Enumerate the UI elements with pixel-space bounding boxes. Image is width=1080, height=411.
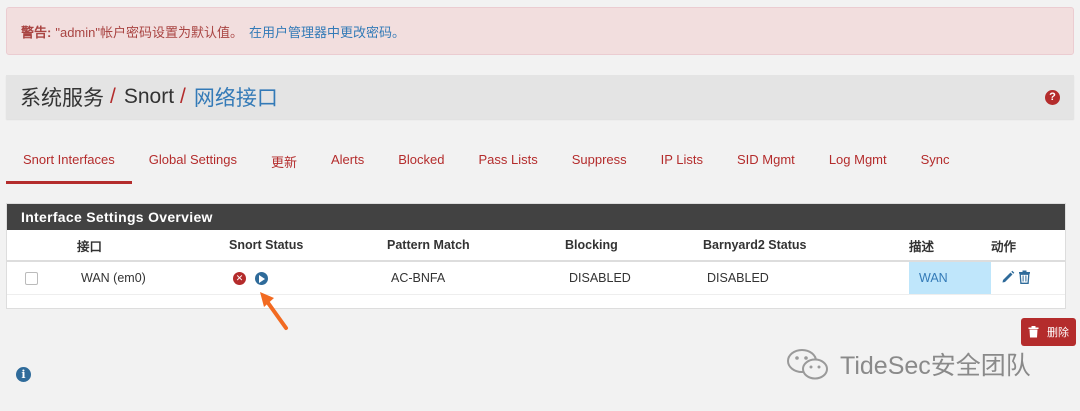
header-pattern-match: Pattern Match <box>387 230 565 262</box>
change-password-link[interactable]: 在用户管理器中更改密码。 <box>249 22 405 41</box>
delete-trash-icon[interactable] <box>1018 270 1031 287</box>
row-select-cell <box>7 261 77 295</box>
tab-pass-lists[interactable]: Pass Lists <box>461 140 554 184</box>
delete-button[interactable]: 删除 <box>1021 318 1076 346</box>
delete-button-label: 删除 <box>1047 327 1069 339</box>
description-value: WAN <box>919 271 948 285</box>
actions-cell <box>991 261 1065 295</box>
header-description: 描述 <box>909 230 991 262</box>
tab-suppress[interactable]: Suppress <box>555 140 644 184</box>
page-title: 网络接口 <box>193 87 278 110</box>
tab-updates[interactable]: 更新 <box>254 140 314 184</box>
tab-alerts[interactable]: Alerts <box>314 140 381 184</box>
info-icon[interactable]: i <box>16 367 31 382</box>
header-interface: 接口 <box>77 230 229 262</box>
wechat-logo-icon <box>787 349 828 380</box>
row-actions <box>1001 270 1031 287</box>
interface-cell: WAN (em0) <box>77 261 229 295</box>
header-barnyard2-status: Barnyard2 Status <box>703 230 909 262</box>
help-icon[interactable]: ? <box>1045 89 1060 105</box>
watermark-text: TideSec安全团队 <box>840 352 1031 380</box>
watermark: TideSec安全团队 <box>786 344 1031 384</box>
tab-snort-interfaces[interactable]: Snort Interfaces <box>6 140 132 184</box>
header-blocking: Blocking <box>565 230 703 262</box>
tab-ip-lists[interactable]: IP Lists <box>644 140 720 184</box>
panel-title: Interface Settings Overview <box>7 204 1065 230</box>
interfaces-table: 接口 Snort Status Pattern Match Blocking B… <box>7 230 1065 295</box>
interface-settings-panel: Interface Settings Overview 接口 Snort Sta… <box>6 203 1066 309</box>
annotation-arrow-icon <box>260 292 288 330</box>
trash-icon <box>1028 326 1039 338</box>
header-select <box>7 230 77 262</box>
breadcrumb: 系统服务 / Snort / 网络接口 ? <box>6 75 1074 119</box>
tab-sync[interactable]: Sync <box>904 140 967 184</box>
breadcrumb-separator: / <box>110 85 116 108</box>
tab-blocked[interactable]: Blocked <box>381 140 461 184</box>
breadcrumb-separator: / <box>180 85 186 108</box>
breadcrumb-snort[interactable]: Snort <box>124 85 174 109</box>
row-checkbox[interactable] <box>25 272 38 286</box>
header-actions: 动作 <box>991 230 1065 262</box>
barnyard2-value: DISABLED <box>707 271 769 285</box>
table-row: WAN (em0) ✕ AC-BNFA DISABLED DISABLED WA… <box>7 261 1065 295</box>
barnyard2-cell: DISABLED <box>703 261 909 295</box>
breadcrumb-services[interactable]: 系统服务 <box>20 82 104 112</box>
alert-label: 警告: <box>21 24 52 40</box>
tab-bar: Snort Interfaces Global Settings 更新 Aler… <box>6 140 1074 184</box>
alert-message: "admin"帐户密码设置为默认值。 <box>55 24 243 40</box>
tab-log-mgmt[interactable]: Log Mgmt <box>812 140 904 184</box>
tab-sid-mgmt[interactable]: SID Mgmt <box>720 140 812 184</box>
header-snort-status: Snort Status <box>229 230 387 262</box>
default-password-alert: 警告: "admin"帐户密码设置为默认值。 在用户管理器中更改密码。 <box>6 7 1074 55</box>
blocking-value: DISABLED <box>569 271 631 285</box>
blocking-cell: DISABLED <box>565 261 703 295</box>
table-header-row: 接口 Snort Status Pattern Match Blocking B… <box>7 230 1065 262</box>
pattern-match-cell: AC-BNFA <box>387 261 565 295</box>
interface-name: WAN (em0) <box>81 271 146 285</box>
start-snort-icon[interactable] <box>255 272 268 286</box>
tab-global-settings[interactable]: Global Settings <box>132 140 254 184</box>
description-cell: WAN <box>909 261 991 295</box>
edit-pencil-icon[interactable] <box>1001 270 1015 287</box>
stopped-status-icon: ✕ <box>233 272 246 286</box>
pattern-match-value: AC-BNFA <box>391 271 446 285</box>
snort-status-cell: ✕ <box>229 261 387 295</box>
